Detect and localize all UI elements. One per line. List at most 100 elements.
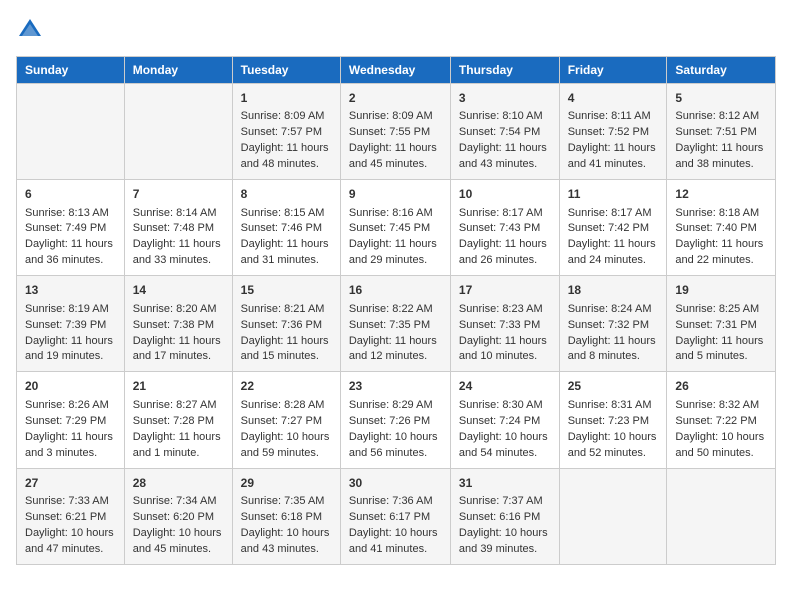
sunrise-text: Sunrise: 8:27 AM (133, 399, 217, 411)
sunrise-text: Sunrise: 8:10 AM (459, 110, 543, 122)
sunset-text: Sunset: 7:57 PM (241, 126, 322, 138)
day-number: 4 (568, 90, 659, 107)
daylight-text: Daylight: 11 hours and 33 minutes. (133, 238, 221, 266)
day-header-tuesday: Tuesday (232, 57, 340, 84)
calendar-table: SundayMondayTuesdayWednesdayThursdayFrid… (16, 56, 776, 565)
sunset-text: Sunset: 7:33 PM (459, 319, 540, 331)
sunrise-text: Sunrise: 8:13 AM (25, 207, 109, 219)
sunset-text: Sunset: 7:29 PM (25, 415, 106, 427)
day-number: 3 (459, 90, 551, 107)
day-number: 16 (349, 282, 442, 299)
sunset-text: Sunset: 6:20 PM (133, 511, 214, 523)
sunset-text: Sunset: 7:31 PM (675, 319, 756, 331)
daylight-text: Daylight: 11 hours and 45 minutes. (349, 142, 437, 170)
sunset-text: Sunset: 7:46 PM (241, 222, 322, 234)
day-number: 14 (133, 282, 224, 299)
day-cell: 25Sunrise: 8:31 AMSunset: 7:23 PMDayligh… (559, 372, 667, 468)
day-cell: 22Sunrise: 8:28 AMSunset: 7:27 PMDayligh… (232, 372, 340, 468)
day-number: 2 (349, 90, 442, 107)
day-header-friday: Friday (559, 57, 667, 84)
sunrise-text: Sunrise: 8:17 AM (459, 207, 543, 219)
sunset-text: Sunset: 7:38 PM (133, 319, 214, 331)
day-cell (559, 468, 667, 564)
daylight-text: Daylight: 11 hours and 38 minutes. (675, 142, 763, 170)
sunrise-text: Sunrise: 8:16 AM (349, 207, 433, 219)
day-cell: 17Sunrise: 8:23 AMSunset: 7:33 PMDayligh… (450, 276, 559, 372)
day-number: 9 (349, 186, 442, 203)
sunrise-text: Sunrise: 7:36 AM (349, 495, 433, 507)
daylight-text: Daylight: 11 hours and 22 minutes. (675, 238, 763, 266)
day-cell: 26Sunrise: 8:32 AMSunset: 7:22 PMDayligh… (667, 372, 776, 468)
day-number: 8 (241, 186, 332, 203)
day-number: 5 (675, 90, 767, 107)
week-row-2: 6Sunrise: 8:13 AMSunset: 7:49 PMDaylight… (17, 180, 776, 276)
daylight-text: Daylight: 11 hours and 12 minutes. (349, 335, 437, 363)
sunrise-text: Sunrise: 8:20 AM (133, 303, 217, 315)
day-cell: 28Sunrise: 7:34 AMSunset: 6:20 PMDayligh… (124, 468, 232, 564)
day-number: 31 (459, 475, 551, 492)
week-row-3: 13Sunrise: 8:19 AMSunset: 7:39 PMDayligh… (17, 276, 776, 372)
sunrise-text: Sunrise: 7:37 AM (459, 495, 543, 507)
day-header-monday: Monday (124, 57, 232, 84)
sunset-text: Sunset: 7:27 PM (241, 415, 322, 427)
daylight-text: Daylight: 11 hours and 5 minutes. (675, 335, 763, 363)
day-header-sunday: Sunday (17, 57, 125, 84)
day-number: 1 (241, 90, 332, 107)
sunset-text: Sunset: 7:36 PM (241, 319, 322, 331)
daylight-text: Daylight: 11 hours and 17 minutes. (133, 335, 221, 363)
daylight-text: Daylight: 11 hours and 10 minutes. (459, 335, 547, 363)
sunset-text: Sunset: 7:42 PM (568, 222, 649, 234)
sunset-text: Sunset: 7:26 PM (349, 415, 430, 427)
sunrise-text: Sunrise: 8:11 AM (568, 110, 651, 122)
day-cell: 10Sunrise: 8:17 AMSunset: 7:43 PMDayligh… (450, 180, 559, 276)
day-cell: 9Sunrise: 8:16 AMSunset: 7:45 PMDaylight… (340, 180, 450, 276)
day-cell (124, 84, 232, 180)
day-cell: 18Sunrise: 8:24 AMSunset: 7:32 PMDayligh… (559, 276, 667, 372)
sunrise-text: Sunrise: 8:09 AM (349, 110, 433, 122)
sunset-text: Sunset: 7:52 PM (568, 126, 649, 138)
day-number: 25 (568, 378, 659, 395)
day-number: 29 (241, 475, 332, 492)
sunset-text: Sunset: 7:39 PM (25, 319, 106, 331)
sunrise-text: Sunrise: 7:35 AM (241, 495, 325, 507)
daylight-text: Daylight: 11 hours and 19 minutes. (25, 335, 113, 363)
day-header-thursday: Thursday (450, 57, 559, 84)
daylight-text: Daylight: 10 hours and 50 minutes. (675, 431, 764, 459)
day-cell: 8 Sunrise: 8:15 AM Sunset: 7:46 PM Daylight… (232, 180, 340, 276)
page-header (16, 16, 776, 44)
day-cell: 27Sunrise: 7:33 AMSunset: 6:21 PMDayligh… (17, 468, 125, 564)
day-number: 23 (349, 378, 442, 395)
daylight-text: Daylight: 11 hours and 24 minutes. (568, 238, 656, 266)
daylight-text: Daylight: 10 hours and 45 minutes. (133, 527, 222, 555)
day-cell: 7Sunrise: 8:14 AMSunset: 7:48 PMDaylight… (124, 180, 232, 276)
day-header-wednesday: Wednesday (340, 57, 450, 84)
sunset-text: Sunset: 7:48 PM (133, 222, 214, 234)
day-cell: 29Sunrise: 7:35 AMSunset: 6:18 PMDayligh… (232, 468, 340, 564)
daylight-text: Daylight: 11 hours and 31 minutes. (241, 238, 329, 266)
day-cell: 20Sunrise: 8:26 AMSunset: 7:29 PMDayligh… (17, 372, 125, 468)
day-cell: 12Sunrise: 8:18 AMSunset: 7:40 PMDayligh… (667, 180, 776, 276)
day-number: 22 (241, 378, 332, 395)
daylight-text: Daylight: 10 hours and 54 minutes. (459, 431, 548, 459)
day-cell: 3Sunrise: 8:10 AMSunset: 7:54 PMDaylight… (450, 84, 559, 180)
sunrise-text: Sunrise: 8:22 AM (349, 303, 433, 315)
day-cell (17, 84, 125, 180)
day-number: 24 (459, 378, 551, 395)
sunrise-text: Sunrise: 8:19 AM (25, 303, 109, 315)
sunrise-text: Sunrise: 8:28 AM (241, 399, 325, 411)
day-number: 6 (25, 186, 116, 203)
sunrise-text: Sunrise: 8:15 AM (241, 207, 325, 219)
sunset-text: Sunset: 6:21 PM (25, 511, 106, 523)
sunrise-text: Sunrise: 8:12 AM (675, 110, 759, 122)
sunrise-text: Sunrise: 7:33 AM (25, 495, 109, 507)
sunset-text: Sunset: 6:16 PM (459, 511, 540, 523)
daylight-text: Daylight: 10 hours and 56 minutes. (349, 431, 438, 459)
day-cell: 13Sunrise: 8:19 AMSunset: 7:39 PMDayligh… (17, 276, 125, 372)
sunset-text: Sunset: 7:22 PM (675, 415, 756, 427)
day-cell: 14 Sunrise: 8:20 AM Sunset: 7:38 PM Dayligh… (124, 276, 232, 372)
week-row-5: 27 Sunrise: 7:33 AM Sunset: 6:21 PM Dayligh… (17, 468, 776, 564)
day-number: 15 (241, 282, 332, 299)
day-number: 27 (25, 475, 116, 492)
sunset-text: Sunset: 6:18 PM (241, 511, 322, 523)
daylight-text: Daylight: 11 hours and 15 minutes. (241, 335, 329, 363)
